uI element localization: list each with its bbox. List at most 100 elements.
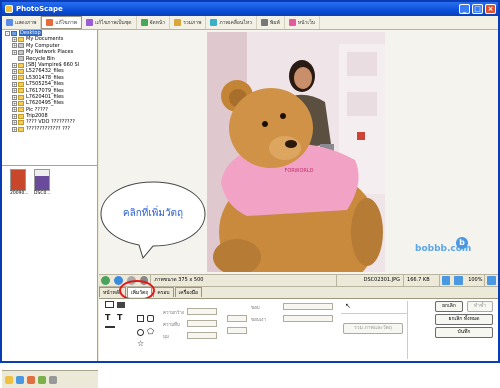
sidebar-toolbar	[2, 370, 98, 388]
toolbar-tab-label: รวมภาพ	[183, 19, 202, 26]
folder-tree: - Desktop + My Documents + My Computer + My Net…	[2, 30, 97, 165]
up-folder-icon[interactable]	[27, 375, 35, 384]
toolbar-tab-label: แก้ไขภาพเป็นชุด	[94, 19, 132, 26]
balloon-tool-icon[interactable]	[105, 301, 114, 308]
tab-crop[interactable]: ครอบ	[153, 287, 174, 297]
combine-icon	[174, 19, 182, 26]
view-icon[interactable]	[38, 375, 46, 384]
folder-icon	[18, 107, 24, 113]
zoom-level[interactable]: 100%	[465, 275, 486, 286]
zoom-fit-icon[interactable]	[487, 276, 497, 285]
toolbar-tab[interactable]: แสดงภาพ	[2, 16, 42, 29]
expand-toggle-icon[interactable]: +	[12, 126, 17, 132]
tree-item-label: ????????????? ???	[26, 125, 71, 132]
thumbnail-image	[10, 169, 26, 191]
angle-label: มุม	[163, 335, 169, 340]
minimize-button[interactable]: _	[459, 4, 470, 14]
thumbnail-caption: DSC0...	[34, 191, 51, 196]
save-button[interactable]: บันทึก	[435, 327, 493, 338]
divider	[341, 313, 407, 314]
opacity-field[interactable]	[187, 320, 217, 327]
maximize-button[interactable]: □	[472, 4, 483, 14]
tree-item[interactable]: + ????????????? ???	[2, 126, 97, 132]
toolbar-tab[interactable]: จัดหน้า	[137, 16, 171, 29]
main-toolbar: แสดงภาพ แก้ไขภาพ แก้ไขภาพเป็นชุด จัดหน้า รวม…	[2, 16, 498, 30]
close-button[interactable]: ×	[485, 4, 496, 14]
undo-button[interactable]: ยกเลิก	[435, 301, 463, 312]
expand-toggle-icon[interactable]: +	[12, 94, 17, 100]
folder-icon	[18, 81, 24, 87]
expand-toggle-icon[interactable]: +	[12, 43, 17, 49]
expand-toggle-icon[interactable]: +	[12, 113, 17, 119]
folder-icon[interactable]	[5, 375, 13, 384]
image-tool-icon[interactable]	[117, 302, 125, 308]
shadow-dropdown[interactable]	[283, 315, 333, 322]
toolbar-tab[interactable]: แก้ไขภาพ	[41, 16, 82, 29]
rounded-rect-tool-icon[interactable]	[147, 315, 154, 322]
redo-button[interactable]: ทำซ้ำ	[467, 301, 493, 312]
merge-objects-button[interactable]: รวม ภาพและวัตถุ	[343, 323, 403, 334]
expand-toggle-icon[interactable]: -	[5, 30, 10, 36]
polygon-tool-icon[interactable]: ⬠	[147, 327, 154, 336]
toolbar-tab[interactable]: ภาพเคลื่อนไหว	[206, 16, 257, 29]
expand-toggle-icon[interactable]: +	[12, 75, 17, 81]
toolbar-tab-label: แสดงภาพ	[15, 19, 37, 26]
toolbar-tab[interactable]: แก้ไขภาพเป็นชุด	[82, 16, 137, 29]
toolbar-tab[interactable]: หน้าเว็บ	[285, 16, 321, 29]
thumbnail-list: 20090... DSC0...	[2, 165, 97, 361]
app-window: PhotoScape _ □ × แสดงภาพ แก้ไขภาพ แก้ไขภาพ…	[0, 0, 500, 388]
expand-toggle-icon[interactable]: +	[12, 62, 17, 68]
expand-toggle-icon[interactable]: +	[12, 100, 17, 106]
folder-icon	[11, 30, 17, 36]
text-style-tool-icon[interactable]: T	[117, 313, 122, 322]
width-label: ความกว้าง	[163, 311, 185, 316]
toolbar-tab-label: จัดหน้า	[149, 19, 166, 26]
expand-toggle-icon[interactable]: +	[12, 107, 17, 113]
line-tool-icon[interactable]	[105, 326, 115, 328]
settings-icon[interactable]	[49, 375, 57, 384]
select-arrow-icon[interactable]: ↖	[345, 302, 351, 310]
expand-toggle-icon[interactable]: +	[12, 120, 17, 126]
file-name-label: DSC02301.JPG	[337, 275, 405, 286]
photo-canvas[interactable]: FORWORLD	[207, 32, 385, 272]
expand-toggle-icon[interactable]: +	[12, 69, 17, 75]
thumbnail-image	[34, 169, 50, 191]
expand-toggle-icon[interactable]: +	[12, 49, 17, 55]
angle-field[interactable]	[187, 332, 217, 339]
color-dropdown-2[interactable]	[227, 327, 247, 334]
toolbar-tab[interactable]: พิมพ์	[257, 16, 285, 29]
print-icon	[260, 19, 268, 26]
folder-icon	[18, 126, 24, 132]
title-bar: PhotoScape _ □ ×	[2, 2, 498, 16]
thumbnail-item[interactable]: DSC0...	[34, 169, 52, 196]
rectangle-tool-icon[interactable]	[137, 315, 144, 322]
star-tool-icon[interactable]: ☆	[137, 339, 144, 348]
color-dropdown[interactable]	[227, 315, 247, 322]
toolbar-tab[interactable]: รวมภาพ	[170, 16, 207, 29]
expand-toggle-icon[interactable]: +	[12, 81, 17, 87]
zoom-out-icon[interactable]	[454, 276, 464, 285]
watermark-logo-icon: b	[456, 237, 468, 249]
folder-icon	[18, 120, 24, 126]
expand-toggle-icon[interactable]: +	[12, 37, 17, 43]
toolbar-tab-label: แก้ไขภาพ	[55, 19, 77, 26]
refresh-icon[interactable]	[16, 375, 24, 384]
border-dropdown[interactable]	[283, 303, 333, 310]
prev-arrow-icon[interactable]	[101, 276, 110, 285]
folder-icon	[18, 113, 24, 119]
undo-all-button[interactable]: ยกเลิก ทั้งหมด	[435, 314, 493, 325]
width-field[interactable]	[187, 308, 217, 315]
ellipse-tool-icon[interactable]	[137, 329, 144, 336]
divider	[407, 301, 408, 359]
image-size-label: ภาพขนาด 375 x 500	[150, 275, 338, 286]
expand-toggle-icon[interactable]: +	[12, 88, 17, 94]
folder-icon	[18, 100, 24, 106]
edit-panel: T T ⬠ ☆ ความกว้าง ความทึบ มุม ขอบ ขอบเงา…	[99, 298, 498, 361]
thumbnail-item[interactable]: 20090...	[10, 169, 29, 196]
viewer-icon	[6, 19, 13, 26]
tab-tools[interactable]: เครื่องมือ	[174, 287, 203, 297]
text-tool-icon[interactable]: T	[105, 313, 110, 322]
zoom-in-icon[interactable]	[441, 276, 451, 285]
image-nav-bar: ภาพขนาด 375 x 500 DSC02301.JPG 166.7 KB …	[99, 274, 498, 287]
folder-icon	[18, 37, 24, 43]
